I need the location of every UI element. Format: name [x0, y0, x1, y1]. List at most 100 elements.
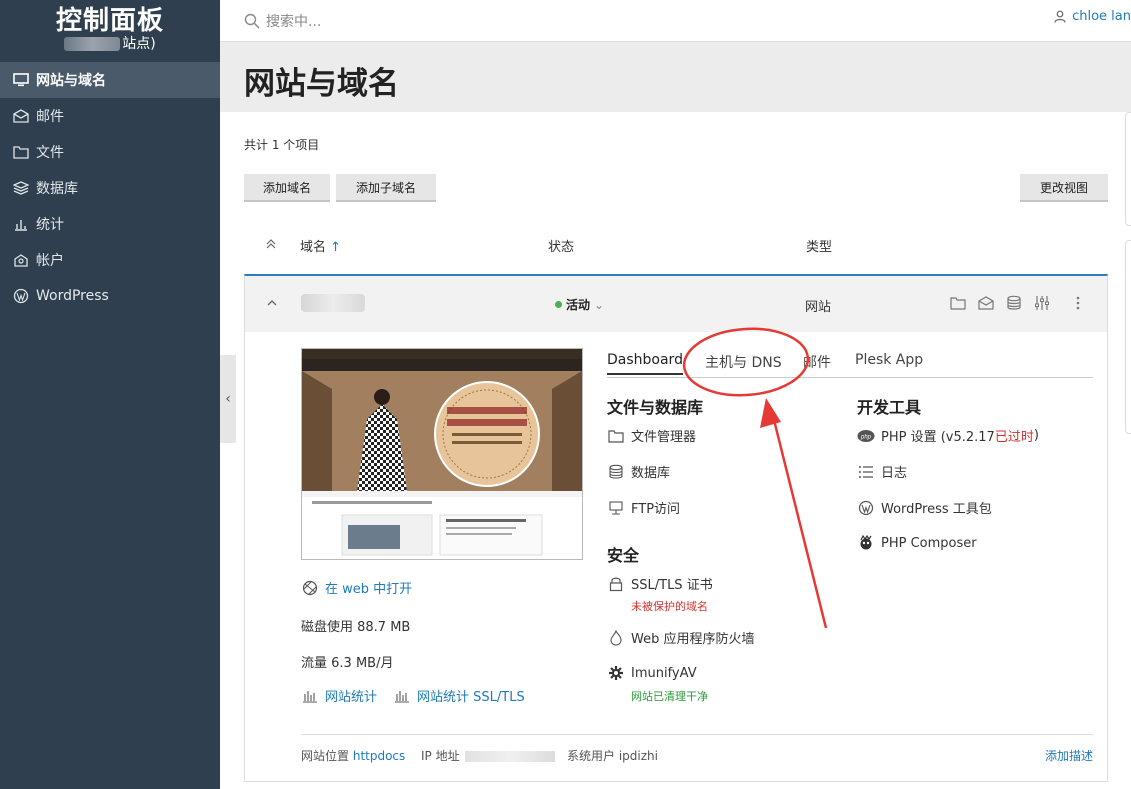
disk-usage: 磁盘使用 88.7 MB	[301, 620, 411, 635]
folder-icon	[607, 427, 625, 445]
chart-icon	[301, 687, 319, 705]
status-label: 活动	[566, 298, 591, 312]
add-domain-button[interactable]: 添加域名	[244, 174, 330, 202]
logs-link[interactable]: 日志	[857, 462, 907, 481]
status-badge[interactable]: 活动 ⌄	[555, 296, 604, 313]
column-header-status[interactable]: 状态	[548, 236, 574, 255]
user-icon	[1054, 10, 1066, 23]
open-in-web-link[interactable]: 在 web 中打开	[301, 578, 412, 597]
sidebar-item-label: 邮件	[36, 109, 64, 125]
redacted-domain-name[interactable]	[301, 294, 365, 312]
mail-icon	[12, 107, 30, 125]
php-outdated-badge: 已过时	[994, 430, 1034, 445]
file-manager-label: 文件管理器	[631, 430, 697, 445]
waf-label: Web 应用程序防火墙	[631, 632, 755, 647]
more-vertical-icon[interactable]	[1069, 294, 1087, 312]
folder-icon[interactable]	[949, 294, 967, 312]
column-label-domain: 域名	[300, 240, 327, 255]
sidebar-item-mail[interactable]: 邮件	[0, 98, 220, 134]
add-description-link[interactable]: 添加描述	[1045, 747, 1093, 764]
page-title: 网站与域名	[244, 66, 399, 102]
imunifyav-label: ImunifyAV	[631, 665, 697, 681]
settings-sliders-icon[interactable]	[1033, 294, 1051, 312]
redacted-ip	[465, 751, 556, 762]
database-icon	[12, 179, 30, 197]
column-header-type[interactable]: 类型	[806, 236, 832, 255]
collapse-all-icon[interactable]	[266, 238, 276, 254]
sidebar-item-databases[interactable]: 数据库	[0, 170, 220, 206]
php-settings-close: )	[1033, 428, 1039, 443]
databases-link[interactable]: 数据库	[607, 462, 670, 481]
site-stats-ssl-label: 网站统计 SSL/TLS	[417, 690, 525, 705]
wp-toolkit-label: WordPress 工具包	[881, 502, 992, 517]
ftp-icon	[607, 499, 625, 517]
change-view-button[interactable]: 更改视图	[1020, 174, 1108, 202]
website-thumbnail[interactable]	[301, 348, 583, 560]
site-location: 网站位置 httpdocs	[301, 747, 405, 764]
redacted-site-name	[64, 37, 121, 51]
security-heading: 安全	[607, 546, 640, 565]
files-db-heading: 文件与数据库	[607, 398, 704, 417]
ftp-access-link[interactable]: FTP访问	[607, 498, 680, 517]
site-location-link[interactable]: httpdocs	[353, 749, 405, 763]
sidebar-item-label: 统计	[36, 217, 64, 233]
sidebar-item-account[interactable]: 帐户	[0, 242, 220, 278]
domain-row[interactable]: 活动 ⌄ 网站	[245, 276, 1107, 332]
wordpress-icon	[857, 499, 875, 517]
php-composer-label: PHP Composer	[881, 535, 977, 551]
php-icon: php	[857, 427, 875, 445]
page-header: 网站与域名	[220, 42, 1131, 112]
imunifyav-link[interactable]: ImunifyAV	[607, 664, 697, 682]
sidebar-item-statistics[interactable]: 统计	[0, 206, 220, 242]
php-settings-link[interactable]: php PHP 设置 (v5.2.17 已过时 )	[857, 426, 1039, 445]
brand: 控制面板 站点)	[0, 0, 220, 62]
lock-icon	[607, 575, 625, 593]
brand-subtitle-suffix: 站点)	[122, 36, 156, 52]
site-stats-ssl-link[interactable]: 网站统计 SSL/TLS	[393, 686, 525, 705]
search-placeholder: 搜索中...	[266, 13, 322, 30]
flame-icon	[607, 629, 625, 647]
sidebar-item-files[interactable]: 文件	[0, 134, 220, 170]
side-panel-edge	[1125, 240, 1131, 434]
mail-icon[interactable]	[977, 294, 995, 312]
gear-icon	[607, 664, 625, 682]
ssl-certificate-link[interactable]: SSL/TLS 证书	[607, 574, 713, 593]
open-in-web-label: 在 web 中打开	[325, 582, 413, 597]
row-actions	[949, 294, 1087, 312]
user-name: chloe lan	[1072, 9, 1131, 24]
chevron-down-icon: ⌄	[594, 297, 605, 312]
wp-toolkit-link[interactable]: WordPress 工具包	[857, 498, 992, 517]
sidebar-item-wordpress[interactable]: WordPress	[0, 278, 220, 314]
brand-title: 控制面板	[55, 6, 164, 36]
file-manager-link[interactable]: 文件管理器	[607, 426, 696, 445]
site-stats-link[interactable]: 网站统计	[301, 686, 377, 705]
tab-mail[interactable]: 邮件	[803, 352, 831, 377]
system-user: 系统用户 ipdizhi	[567, 749, 658, 763]
tab-plesk-app[interactable]: Plesk App	[855, 352, 923, 373]
sidebar-collapse-button[interactable]: ‹	[220, 355, 236, 443]
ip-address: IP 地址	[421, 747, 556, 764]
composer-icon	[857, 534, 875, 552]
php-composer-link[interactable]: PHP Composer	[857, 534, 977, 552]
sidebar-item-websites[interactable]: 网站与域名	[0, 62, 220, 98]
search-input[interactable]: 搜索中...	[244, 11, 321, 31]
column-header-domain[interactable]: 域名 ↑	[300, 236, 341, 255]
database-icon[interactable]	[1005, 294, 1023, 312]
add-subdomain-button[interactable]: 添加子域名	[336, 174, 436, 202]
ip-address-label: IP 地址	[421, 749, 460, 763]
waf-link[interactable]: Web 应用程序防火墙	[607, 628, 754, 647]
top-bar: 搜索中... chloe lan	[220, 0, 1131, 42]
brand-subtitle: 站点)	[0, 36, 220, 52]
chart-icon	[12, 215, 30, 233]
site-location-label: 网站位置	[301, 749, 350, 763]
ssl-certificate-label: SSL/TLS 证书	[631, 578, 713, 593]
sidebar-item-label: 网站与域名	[36, 73, 106, 89]
chevron-up-icon[interactable]	[267, 296, 277, 311]
chevron-left-icon: ‹	[225, 391, 231, 407]
user-menu[interactable]: chloe lan	[1054, 9, 1131, 24]
devtools-heading: 开发工具	[857, 398, 922, 417]
sidebar-item-label: WordPress	[36, 288, 109, 304]
tab-dashboard[interactable]: Dashboard	[607, 352, 683, 375]
tab-hosting-dns[interactable]: 主机与 DNS	[705, 352, 782, 377]
card-footer: 网站位置 httpdocs IP 地址 系统用户 ipdizhi 添加描述	[301, 734, 1093, 763]
